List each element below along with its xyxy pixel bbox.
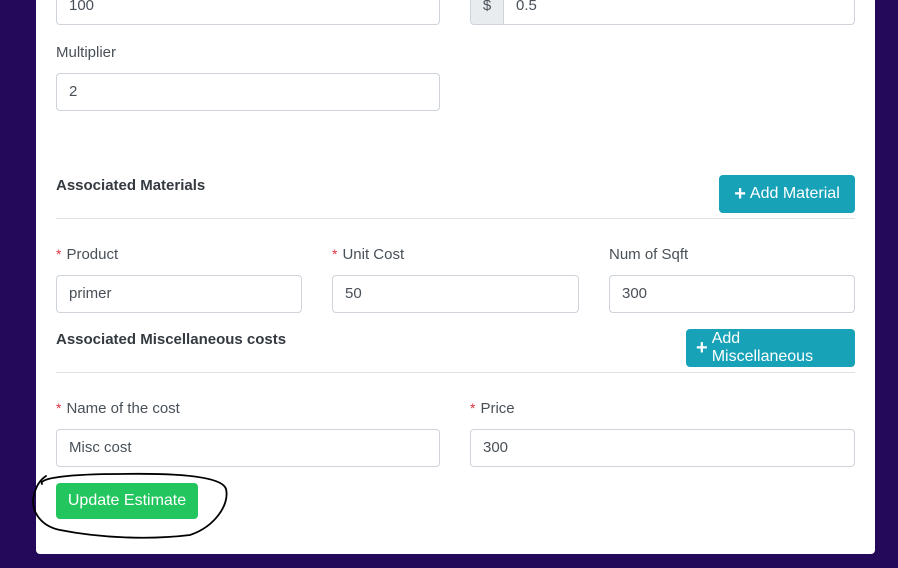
hand-drawn-circle-annotation [32,472,228,539]
